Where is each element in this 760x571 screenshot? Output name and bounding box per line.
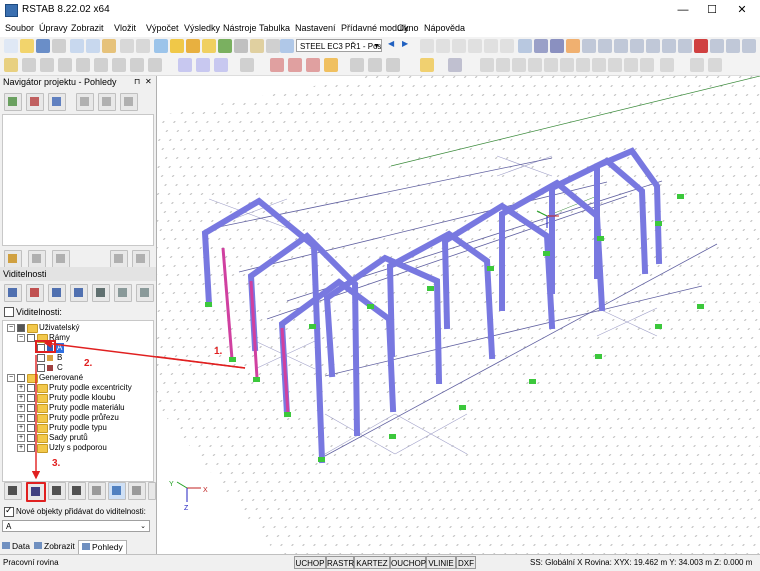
annotation-label-2: 2. <box>84 358 93 369</box>
guidelines-toggle[interactable]: VLINIE <box>426 556 456 569</box>
snap-toggle[interactable]: UCHOP <box>294 556 326 569</box>
annotation-overlay <box>31 339 246 480</box>
status-bar: Pracovní rovina UCHOP RASTR KARTEZ OUCHO… <box>0 554 760 571</box>
object-snap-toggle[interactable]: OUCHOP <box>390 556 426 569</box>
annotation-label-3: 3. <box>52 458 61 469</box>
annotation-label-1: 1. <box>214 346 223 357</box>
status-left-text: Pracovní rovina <box>3 558 59 567</box>
cartesian-toggle[interactable]: KARTEZ <box>354 556 390 569</box>
status-plane: SS: Globální X Rovina: XY <box>530 558 625 567</box>
status-coordinates: X: 19.462 m Y: 34.003 m Z: 0.000 m <box>624 558 753 567</box>
dxf-toggle[interactable]: DXF <box>456 556 476 569</box>
grid-toggle[interactable]: RASTR <box>326 556 354 569</box>
